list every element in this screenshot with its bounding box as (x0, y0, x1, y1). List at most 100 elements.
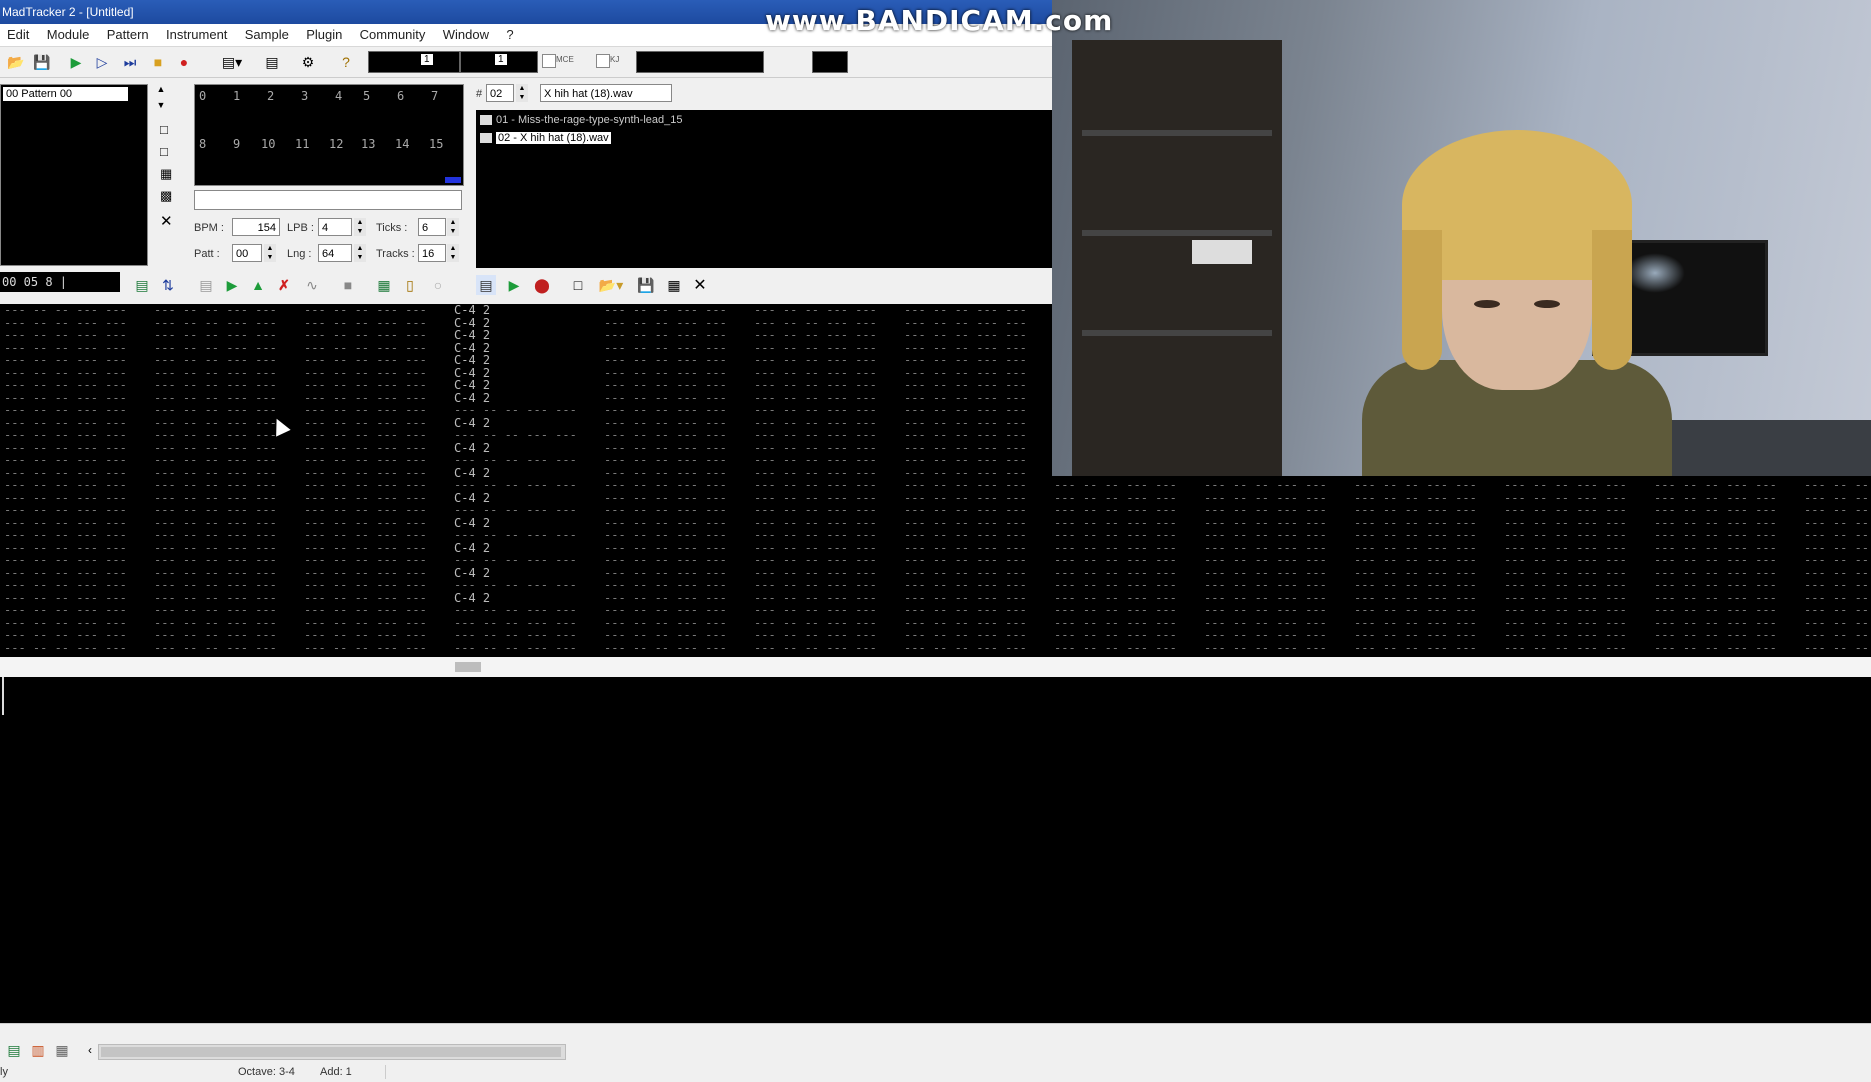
ticks-field[interactable]: 6 (418, 218, 446, 236)
pattern-cell[interactable]: --- -- -- --- --- (1504, 554, 1627, 567)
pattern-cell[interactable]: --- -- -- --- --- (1354, 554, 1477, 567)
instrument-icon[interactable]: ▤ (132, 275, 152, 295)
octave-display[interactable]: 1 (368, 51, 460, 73)
pattern-cell[interactable]: --- -- -- --- --- (1204, 504, 1327, 517)
pattern-cell[interactable]: --- -- -- --- --- (1204, 604, 1327, 617)
menu-help[interactable]: ? (499, 24, 520, 46)
menu-edit[interactable]: Edit (0, 24, 36, 46)
pattern-cell[interactable]: --- -- -- --- --- (1804, 579, 1871, 592)
pattern-cell[interactable]: --- -- -- --- --- (154, 579, 277, 592)
pattern-cell[interactable]: --- -- -- --- --- (454, 604, 577, 617)
pattern-editor-lower[interactable] (0, 677, 1871, 717)
pattern-cell[interactable]: --- -- -- --- --- (904, 479, 1027, 492)
tracks-spinner[interactable]: ▲ ▼ (447, 244, 459, 262)
mce-checkbox[interactable] (542, 54, 556, 68)
sample-name-field[interactable]: X hih hat (18).wav (540, 84, 672, 102)
pattern-cell[interactable]: --- -- -- --- --- (1204, 479, 1327, 492)
order-cell[interactable]: 10 (261, 137, 275, 151)
order-cell[interactable]: 2 (267, 89, 274, 103)
pattern-cell[interactable]: --- -- -- --- --- (904, 454, 1027, 467)
pattern-cell[interactable]: --- -- -- --- --- (304, 379, 427, 392)
pattern-cell[interactable]: --- -- -- --- --- (754, 554, 877, 567)
pattern-cell[interactable]: --- -- -- --- --- (1654, 554, 1777, 567)
pattern-cell[interactable]: --- -- -- --- --- (904, 641, 1027, 655)
order-cell[interactable]: 1 (233, 89, 240, 103)
pattern-list-item[interactable]: 00 Pattern 00 (3, 87, 128, 101)
pattern-cell[interactable]: --- -- -- --- --- (454, 641, 577, 655)
pattern-cell[interactable]: --- -- -- --- --- (154, 379, 277, 392)
pattern-cell[interactable]: --- -- -- --- --- (604, 454, 727, 467)
stop-icon[interactable]: ■ (148, 52, 168, 72)
pattern-cell[interactable]: --- -- -- --- --- (154, 454, 277, 467)
pattern-cell[interactable]: --- -- -- --- --- (454, 404, 577, 417)
order-cell[interactable]: 13 (361, 137, 375, 151)
sample-play-icon[interactable]: ▶ (504, 275, 524, 295)
pattern-cell[interactable]: --- -- -- --- --- (154, 354, 277, 367)
pattern-cell[interactable]: --- -- -- --- --- (154, 641, 277, 655)
pattern-cell[interactable]: --- -- -- --- --- (1204, 529, 1327, 542)
order-cell[interactable]: 9 (233, 137, 240, 151)
new-pattern-icon[interactable]: □ (160, 144, 168, 159)
pattern-row[interactable]: --- -- -- --- --- --- -- -- --- --- --- --… (0, 604, 1871, 617)
pattern-cell[interactable]: --- -- -- --- --- (1054, 554, 1177, 567)
pattern-cell[interactable]: --- -- -- --- --- (454, 629, 577, 642)
load-icon[interactable]: ▲ (248, 275, 268, 295)
pattern-cell[interactable]: --- -- -- --- --- (304, 529, 427, 542)
pattern-cell[interactable]: --- -- -- --- --- (754, 329, 877, 342)
pattern-cell[interactable]: --- -- -- --- --- (1804, 641, 1871, 655)
pattern-row[interactable]: --- -- -- --- --- --- -- -- --- --- --- --… (0, 554, 1871, 567)
pattern-row[interactable]: --- -- -- --- --- --- -- -- --- --- --- --… (0, 479, 1871, 492)
pattern-cell[interactable]: --- -- -- --- --- (304, 629, 427, 642)
menu-pattern[interactable]: Pattern (100, 24, 156, 46)
pattern-cell[interactable]: --- -- -- --- --- (454, 454, 577, 467)
pattern-cell[interactable]: --- -- -- --- --- (1354, 579, 1477, 592)
menu-instrument[interactable]: Instrument (159, 24, 234, 46)
pattern-cell[interactable]: --- -- -- --- --- (304, 304, 427, 317)
play-pattern-icon[interactable]: ▷ (92, 52, 112, 72)
plugin-icon[interactable]: ○ (428, 275, 448, 295)
order-cell[interactable]: 0 (199, 89, 206, 103)
menu-plugin[interactable]: Plugin (299, 24, 349, 46)
pattern-cell[interactable]: --- -- -- --- --- (754, 354, 877, 367)
pattern-name-field[interactable] (194, 190, 462, 210)
pattern-cell[interactable]: --- -- -- --- --- (154, 429, 277, 442)
pattern-cell[interactable]: --- -- -- --- --- (604, 629, 727, 642)
open-icon[interactable]: 📂 (6, 52, 26, 72)
pattern-cell[interactable]: --- -- -- --- --- (904, 404, 1027, 417)
pattern-cell[interactable]: --- -- -- --- --- (1204, 579, 1327, 592)
pattern-cell[interactable]: --- -- -- --- --- (304, 429, 427, 442)
order-cell[interactable]: 4 (335, 89, 342, 103)
pattern-cell[interactable]: --- -- -- --- --- (1504, 604, 1627, 617)
pattern-cell[interactable]: --- -- -- --- --- (604, 304, 727, 317)
pattern-cell[interactable]: --- -- -- --- --- (304, 504, 427, 517)
pattern-cell[interactable]: --- -- -- --- --- (604, 354, 727, 367)
battery-icon[interactable]: ▯ (400, 275, 420, 295)
pattern-cell[interactable]: --- -- -- --- --- (304, 641, 427, 655)
pattern-cell[interactable]: --- -- -- --- --- (604, 604, 727, 617)
pattern-cell[interactable]: --- -- -- --- --- (904, 504, 1027, 517)
edit-icon[interactable]: ▤ (262, 52, 282, 72)
pattern-cell[interactable]: --- -- -- --- --- (154, 629, 277, 642)
pattern-cell[interactable]: --- -- -- --- --- (4, 379, 127, 392)
pattern-cell[interactable]: --- -- -- --- --- (604, 641, 727, 655)
pattern-row[interactable]: --- -- -- --- --- --- -- -- --- --- --- --… (0, 629, 1871, 642)
lng-field[interactable]: 64 (318, 244, 352, 262)
pattern-cell[interactable]: C-4 2 (454, 379, 490, 392)
pattern-cell[interactable]: --- -- -- --- --- (4, 604, 127, 617)
pattern-cell[interactable]: --- -- -- --- --- (154, 304, 277, 317)
pattern-cell[interactable]: --- -- -- --- --- (1654, 504, 1777, 517)
pattern-cell[interactable]: --- -- -- --- --- (904, 554, 1027, 567)
pattern-cell[interactable]: --- -- -- --- --- (904, 354, 1027, 367)
clone-pattern-icon[interactable]: ▦ (160, 166, 172, 182)
pattern-cell[interactable]: --- -- -- --- --- (4, 354, 127, 367)
menu-window[interactable]: Window (436, 24, 496, 46)
pattern-cell[interactable]: --- -- -- --- --- (4, 404, 127, 417)
cursor-row[interactable] (0, 657, 1871, 677)
menu-module[interactable]: Module (40, 24, 97, 46)
pattern-cell[interactable]: --- -- -- --- --- (604, 479, 727, 492)
pattern-cell[interactable]: --- -- -- --- --- (1804, 604, 1871, 617)
scroll-left-icon[interactable]: ‹ (80, 1040, 100, 1060)
pattern-cell[interactable]: --- -- -- --- --- (1804, 479, 1871, 492)
order-cell[interactable]: 11 (295, 137, 309, 151)
pattern-cell[interactable]: --- -- -- --- --- (754, 641, 877, 655)
